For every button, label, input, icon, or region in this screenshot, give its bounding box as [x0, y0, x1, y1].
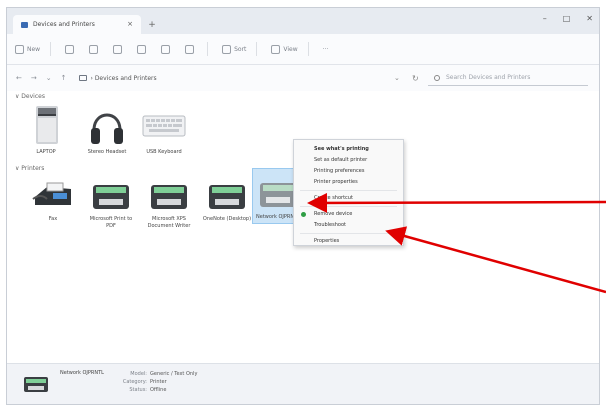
- new-button[interactable]: New: [11, 40, 44, 58]
- menu-item-label: Remove device: [314, 211, 353, 217]
- devices-and-printers-icon: [21, 21, 28, 28]
- view-button[interactable]: View: [267, 40, 301, 58]
- search-input[interactable]: Search Devices and Printers: [428, 71, 588, 86]
- control-panel-icon: [78, 75, 87, 81]
- details-metadata: Model: Generic / Text Only Category: Print…: [117, 370, 198, 394]
- window-controls: – □ ✕: [543, 14, 593, 23]
- share-button[interactable]: [157, 40, 177, 58]
- menu-item-troubleshoot[interactable]: Troubleshoot: [294, 220, 403, 231]
- view-label: View: [283, 45, 298, 53]
- remove-shield-icon: [301, 212, 306, 217]
- search-placeholder: Search Devices and Printers: [446, 74, 531, 81]
- tab-title: Devices and Printers: [33, 21, 95, 28]
- menu-item-create-shortcut[interactable]: Create shortcut: [294, 193, 403, 204]
- headphones-icon: [91, 113, 123, 144]
- address-dropdown-icon[interactable]: ⌄: [394, 74, 400, 82]
- category-key: Category:: [122, 379, 147, 385]
- toolbar-divider: [256, 42, 258, 56]
- tab-devices-and-printers[interactable]: Devices and Printers ×: [13, 15, 141, 34]
- forward-button[interactable]: →: [31, 74, 37, 82]
- title-bar: Devices and Printers × + – □ ✕: [7, 8, 599, 34]
- printer-label: Microsoft XPS Document Writer: [147, 216, 191, 229]
- close-button[interactable]: ✕: [586, 14, 593, 23]
- devices-section-header[interactable]: ∨ Devices: [15, 93, 45, 100]
- device-item-computer[interactable]: LAPTOP: [20, 104, 72, 156]
- menu-separator: [300, 233, 397, 234]
- paste-button[interactable]: [109, 40, 129, 58]
- status-value: Offline: [150, 387, 167, 393]
- view-icon: [271, 44, 281, 54]
- menu-item-printer-properties[interactable]: Printer properties: [294, 177, 403, 188]
- refresh-button[interactable]: ↻: [412, 74, 419, 83]
- printer-item-fax[interactable]: Fax: [27, 179, 79, 223]
- minimize-button[interactable]: –: [543, 14, 547, 23]
- status-key: Status:: [129, 387, 147, 393]
- toolbar-divider: [307, 42, 309, 56]
- menu-separator: [300, 206, 397, 207]
- new-label: New: [27, 45, 41, 53]
- printer-icon: [24, 377, 48, 392]
- computer-tower-icon: [36, 106, 58, 144]
- recent-chevron-icon[interactable]: ⌄: [46, 74, 52, 82]
- device-label: LAPTOP: [36, 149, 56, 155]
- back-button[interactable]: ←: [16, 74, 22, 82]
- printer-item-xps-writer[interactable]: Microsoft XPS Document Writer: [143, 179, 195, 230]
- toolbar-divider: [50, 42, 52, 56]
- command-bar: New Sort View ···: [7, 34, 599, 65]
- printer-icon: [93, 185, 129, 209]
- up-button[interactable]: ↑: [61, 74, 67, 82]
- address-row: ← → ⌄ ↑ › Devices and Printers ⌄ ↻ Searc…: [7, 65, 599, 91]
- menu-item-printing-preferences[interactable]: Printing preferences: [294, 166, 403, 177]
- rename-icon: [137, 44, 147, 54]
- breadcrumb-label: Devices and Printers: [94, 74, 157, 82]
- cut-icon: [65, 44, 75, 54]
- printer-label: OneNote (Desktop): [202, 216, 252, 222]
- device-label: USB Keyboard: [146, 149, 182, 155]
- new-tab-button[interactable]: +: [146, 19, 158, 31]
- device-label: Stereo Headset: [87, 149, 127, 155]
- paste-icon: [113, 44, 123, 54]
- cut-button[interactable]: [61, 40, 81, 58]
- fax-icon: [32, 182, 71, 205]
- details-pane: Network OJPRNTL Model: Generic / Text Onl…: [7, 363, 599, 404]
- menu-item-remove-device[interactable]: Remove device: [294, 209, 403, 220]
- printer-icon: [151, 185, 187, 209]
- share-icon: [161, 44, 171, 54]
- new-icon: [15, 44, 24, 54]
- details-device-name: Network OJPRNTL: [60, 370, 104, 376]
- keyboard-icon: [142, 115, 186, 137]
- menu-separator: [300, 190, 397, 191]
- search-icon: [434, 74, 440, 81]
- printer-item-print-to-pdf[interactable]: Microsoft Print to PDF: [85, 179, 137, 230]
- model-value: Generic / Text Only: [150, 371, 198, 377]
- menu-item-set-default[interactable]: Set as default printer: [294, 155, 403, 166]
- device-item-headset[interactable]: Stereo Headset: [81, 104, 133, 156]
- delete-icon: [185, 44, 195, 54]
- breadcrumb[interactable]: › Devices and Printers: [91, 75, 157, 82]
- sort-button[interactable]: Sort: [218, 40, 250, 58]
- printer-label: Fax: [48, 216, 58, 222]
- more-button[interactable]: ···: [319, 40, 333, 58]
- printer-icon: [209, 185, 245, 209]
- device-item-keyboard[interactable]: USB Keyboard: [138, 104, 190, 156]
- model-key: Model:: [130, 371, 147, 377]
- rename-button[interactable]: [133, 40, 153, 58]
- copy-icon: [89, 44, 99, 54]
- delete-button[interactable]: [181, 40, 201, 58]
- sort-label: Sort: [234, 45, 247, 53]
- category-value: Printer: [150, 379, 167, 385]
- context-menu: See what's printing Set as default print…: [293, 139, 404, 246]
- printers-section-header[interactable]: ∨ Printers: [15, 165, 44, 172]
- printer-label: Microsoft Print to PDF: [89, 216, 133, 229]
- toolbar-divider: [207, 42, 209, 56]
- sort-icon: [222, 44, 232, 54]
- copy-button[interactable]: [85, 40, 105, 58]
- close-tab-icon[interactable]: ×: [127, 20, 133, 28]
- printer-item-onenote[interactable]: OneNote (Desktop): [201, 179, 253, 223]
- menu-item-properties[interactable]: Properties: [294, 236, 403, 247]
- maximize-button[interactable]: □: [563, 14, 571, 23]
- menu-item-see-whats-printing[interactable]: See what's printing: [294, 144, 403, 155]
